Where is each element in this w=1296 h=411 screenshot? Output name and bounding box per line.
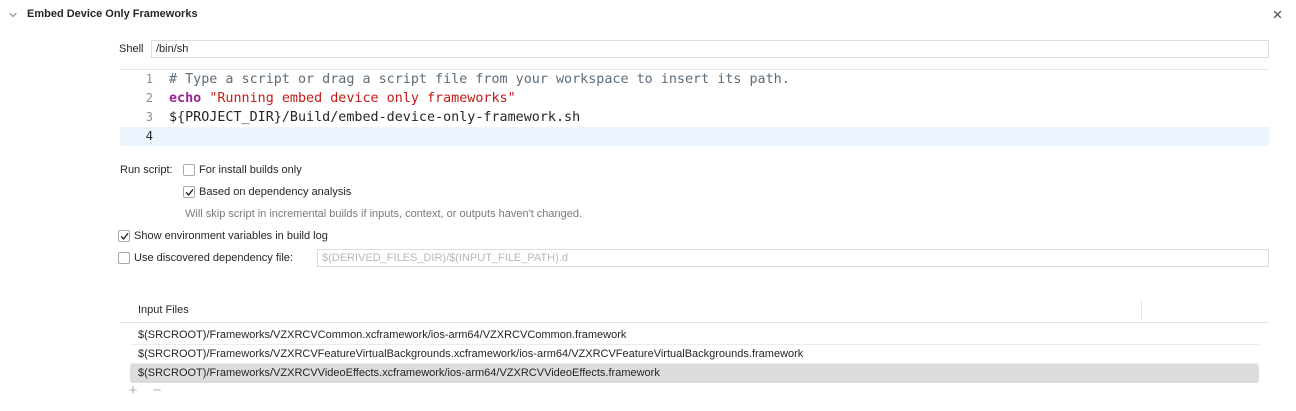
dependency-analysis-checkbox[interactable] [183, 186, 195, 198]
code-line: 1 # Type a script or drag a script file … [120, 70, 1269, 89]
run-script-label: Run script: [120, 164, 173, 176]
chevron-down-icon[interactable] [9, 11, 17, 19]
code-string: "Running embed device only frameworks" [209, 91, 516, 106]
code-line-current: 4 [120, 127, 1269, 146]
input-file-row[interactable]: $(SRCROOT)/Frameworks/VZXRCVCommon.xcfra… [130, 326, 1259, 345]
line-number: 4 [145, 129, 153, 143]
show-env-vars-label: Show environment variables in build log [134, 230, 328, 242]
script-editor[interactable]: 1 # Type a script or drag a script file … [120, 69, 1269, 146]
close-icon[interactable] [1273, 10, 1282, 19]
dependency-analysis-label: Based on dependency analysis [199, 186, 352, 198]
code-line: 3 ${PROJECT_DIR}/Build/embed-device-only… [120, 108, 1269, 127]
code-text: ${PROJECT_DIR}/Build/embed-device-only-f… [169, 110, 581, 125]
remove-input-file-button[interactable]: − [151, 383, 163, 398]
dependency-file-input[interactable] [317, 249, 1269, 267]
discovered-dep-file-label: Use discovered dependency file: [134, 252, 293, 264]
dependency-analysis-hint: Will skip script in incremental builds i… [185, 208, 583, 220]
install-builds-only-checkbox[interactable] [183, 164, 195, 176]
add-input-file-button[interactable]: + [127, 383, 139, 398]
install-builds-only-label: For install builds only [199, 164, 302, 176]
checkmark-icon [185, 189, 194, 196]
code-text: echo "Running embed device only framewor… [169, 89, 516, 108]
line-number: 3 [145, 110, 153, 124]
checkmark-icon [120, 233, 129, 240]
input-files-title: Input Files [138, 304, 189, 316]
line-number: 2 [145, 91, 153, 105]
show-env-vars-checkbox[interactable] [118, 230, 130, 242]
shell-input[interactable] [151, 40, 1269, 58]
input-file-row[interactable]: $(SRCROOT)/Frameworks/VZXRCVFeatureVirtu… [130, 345, 1259, 364]
line-number: 1 [145, 72, 153, 86]
phase-title: Embed Device Only Frameworks [27, 8, 198, 20]
discovered-dep-file-checkbox[interactable] [118, 252, 130, 264]
build-phase-header[interactable]: Embed Device Only Frameworks [0, 0, 1296, 30]
input-files-header: Input Files [120, 300, 1269, 323]
column-divider[interactable] [1141, 301, 1142, 320]
input-file-row-selected[interactable]: $(SRCROOT)/Frameworks/VZXRCVVideoEffects… [130, 364, 1259, 383]
code-line: 2 echo "Running embed device only framew… [120, 89, 1269, 108]
code-keyword: echo [169, 91, 202, 106]
shell-label: Shell [119, 43, 144, 55]
code-comment: # Type a script or drag a script file fr… [169, 72, 790, 87]
